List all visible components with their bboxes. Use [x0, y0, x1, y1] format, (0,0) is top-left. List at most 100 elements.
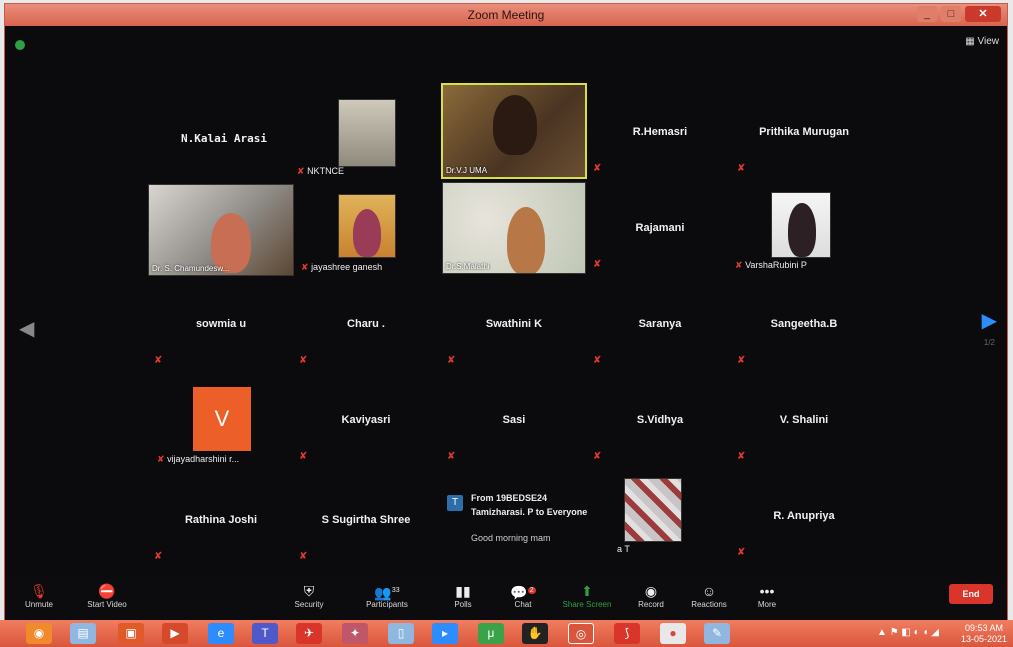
- reactions-label: Reactions: [691, 600, 727, 609]
- participant-name: R. Anupriya: [773, 510, 835, 522]
- participant-tile[interactable]: V. Shalini ✘: [731, 376, 877, 472]
- muted-mic-icon: ✘: [737, 451, 746, 462]
- participant-tile[interactable]: Rajamani ✘: [587, 184, 733, 280]
- participant-tile[interactable]: N.Kalai Arasi: [151, 94, 297, 190]
- participant-tile[interactable]: Rathina Joshi ✘: [148, 476, 294, 572]
- app-icon[interactable]: ▣: [118, 623, 144, 644]
- start-button-icon[interactable]: ◉: [26, 623, 52, 644]
- participant-name: Kaviyasri: [341, 414, 391, 426]
- reactions-button[interactable]: ☺ Reactions: [677, 582, 741, 609]
- participants-label: Participants: [366, 600, 408, 609]
- participant-label: NKTNCE: [307, 166, 345, 176]
- teams-icon[interactable]: T: [252, 623, 278, 644]
- participant-tile[interactable]: Charu . ✘: [293, 280, 439, 376]
- clock-time: 09:53 AM: [964, 623, 1003, 633]
- security-label: Security: [294, 600, 324, 609]
- system-tray[interactable]: ▲ ⚑ ◧ ◐ ◖ ◢: [877, 627, 939, 638]
- taskbar-clock[interactable]: 09:53 AM 13-05-2021: [961, 623, 1007, 645]
- file-icon[interactable]: ▯: [388, 623, 414, 644]
- record-label: Record: [638, 600, 664, 609]
- participant-tile[interactable]: Saranya ✘: [587, 280, 733, 376]
- page-indicator: 1/2: [983, 338, 995, 347]
- participant-label: Dr.S.Malathi: [446, 262, 490, 271]
- chat-sender-avatar: T: [447, 495, 463, 511]
- participant-figure: [788, 203, 816, 257]
- participant-tile[interactable]: Sasi ✘: [441, 376, 587, 472]
- participant-video[interactable]: [624, 478, 682, 542]
- zoom-icon[interactable]: ▸: [432, 623, 458, 644]
- participant-tile[interactable]: Kaviyasri ✘: [293, 376, 439, 472]
- polls-button[interactable]: ▮▮ Polls: [431, 582, 495, 609]
- participant-name: sowmia u: [195, 318, 247, 330]
- share-screen-button[interactable]: ⬆ Share Screen: [555, 582, 619, 609]
- unmute-label: Unmute: [24, 600, 53, 609]
- internet-explorer-icon[interactable]: e: [208, 623, 234, 644]
- app-icon[interactable]: ✎: [704, 623, 730, 644]
- grid-icon: ▦: [965, 36, 975, 47]
- app-icon[interactable]: ▤: [70, 623, 96, 644]
- participant-video[interactable]: Dr.S.Malathi: [442, 182, 586, 274]
- participant-video[interactable]: [338, 99, 396, 167]
- media-player-icon[interactable]: ▶: [162, 623, 188, 644]
- participant-video[interactable]: Dr. S. Chamundesw...: [148, 184, 294, 276]
- active-speaker-video[interactable]: Dr.V.J UMA: [441, 83, 587, 179]
- participant-name: ✘ jayashree ganesh: [301, 262, 382, 273]
- title-bar: Zoom Meeting _ □ ✕: [5, 4, 1007, 26]
- muted-mic-icon: ✘: [157, 454, 165, 464]
- participants-button[interactable]: 👥33 Participants: [355, 582, 419, 609]
- more-button[interactable]: ••• More: [735, 582, 799, 609]
- participant-video[interactable]: [771, 192, 831, 258]
- participant-name: Charu .: [347, 318, 385, 330]
- participant-name: ✘ vijayadharshini r...: [157, 454, 239, 465]
- next-page-arrow-icon[interactable]: ▶: [982, 308, 997, 333]
- view-button[interactable]: ▦ View: [965, 36, 999, 47]
- unmute-button[interactable]: 🎙 Unmute: [7, 582, 71, 609]
- muted-mic-icon: ✘: [299, 355, 308, 366]
- app-icon[interactable]: ◎: [568, 623, 594, 644]
- participant-name: Sasi: [502, 414, 526, 426]
- participant-tile[interactable]: S.Vidhya ✘: [587, 376, 733, 472]
- record-button[interactable]: ◉ Record: [619, 582, 683, 609]
- muted-mic-icon: ✘: [297, 166, 305, 176]
- participant-tile[interactable]: sowmia u ✘: [148, 280, 294, 376]
- utorrent-icon[interactable]: μ: [478, 623, 504, 644]
- app-icon[interactable]: ✈: [296, 623, 322, 644]
- participant-tile[interactable]: R.Hemasri ✘: [587, 88, 733, 184]
- participant-label: Dr. S. Chamundesw...: [152, 264, 230, 273]
- chat-from-line: From 19BEDSE24: [471, 493, 548, 503]
- participant-label: VarshaRubini P: [745, 260, 807, 270]
- share-screen-icon: ⬆: [581, 583, 593, 599]
- participant-tile[interactable]: Swathini K ✘: [441, 280, 587, 376]
- bar-chart-icon: ▮▮: [455, 583, 471, 599]
- participant-figure: [507, 207, 545, 273]
- chat-notification[interactable]: T From 19BEDSE24 Tamizharasi. P to Every…: [441, 489, 619, 561]
- end-meeting-button[interactable]: End: [949, 584, 993, 604]
- participant-tile[interactable]: R. Anupriya ✘: [731, 472, 877, 568]
- close-button[interactable]: ✕: [965, 6, 1001, 22]
- participant-tile[interactable]: S Sugirtha Shree ✘: [293, 476, 439, 572]
- participant-name: S.Vidhya: [636, 414, 684, 426]
- participant-tile[interactable]: Sangeetha.B ✘: [731, 280, 877, 376]
- maximize-button[interactable]: □: [941, 6, 961, 22]
- security-button[interactable]: ⛨ Security: [277, 582, 341, 609]
- app-icon[interactable]: ✋: [522, 623, 548, 644]
- start-video-button[interactable]: ⛔ Start Video: [75, 582, 139, 609]
- participant-avatar[interactable]: V: [193, 387, 251, 451]
- minimize-button[interactable]: _: [917, 6, 937, 22]
- encryption-shield-icon[interactable]: [15, 40, 25, 50]
- share-screen-label: Share Screen: [562, 600, 612, 609]
- muted-mic-icon: ✘: [299, 451, 308, 462]
- chat-message: Good morning mam: [471, 533, 551, 543]
- app-icon[interactable]: ✦: [342, 623, 368, 644]
- participant-video[interactable]: [338, 194, 396, 258]
- participant-name: Rajamani: [635, 222, 685, 234]
- participant-tile[interactable]: Prithika Murugan ✘: [731, 88, 877, 184]
- chat-button[interactable]: 💬 2 Chat: [491, 582, 555, 609]
- muted-mic-icon: ✘: [447, 355, 456, 366]
- app-icon[interactable]: ⟆: [614, 623, 640, 644]
- participants-count: 33: [391, 587, 400, 594]
- chrome-icon[interactable]: ●: [660, 623, 686, 644]
- participant-figure: [353, 209, 381, 257]
- previous-page-arrow-icon[interactable]: ◀: [19, 316, 34, 341]
- more-label: More: [757, 600, 777, 609]
